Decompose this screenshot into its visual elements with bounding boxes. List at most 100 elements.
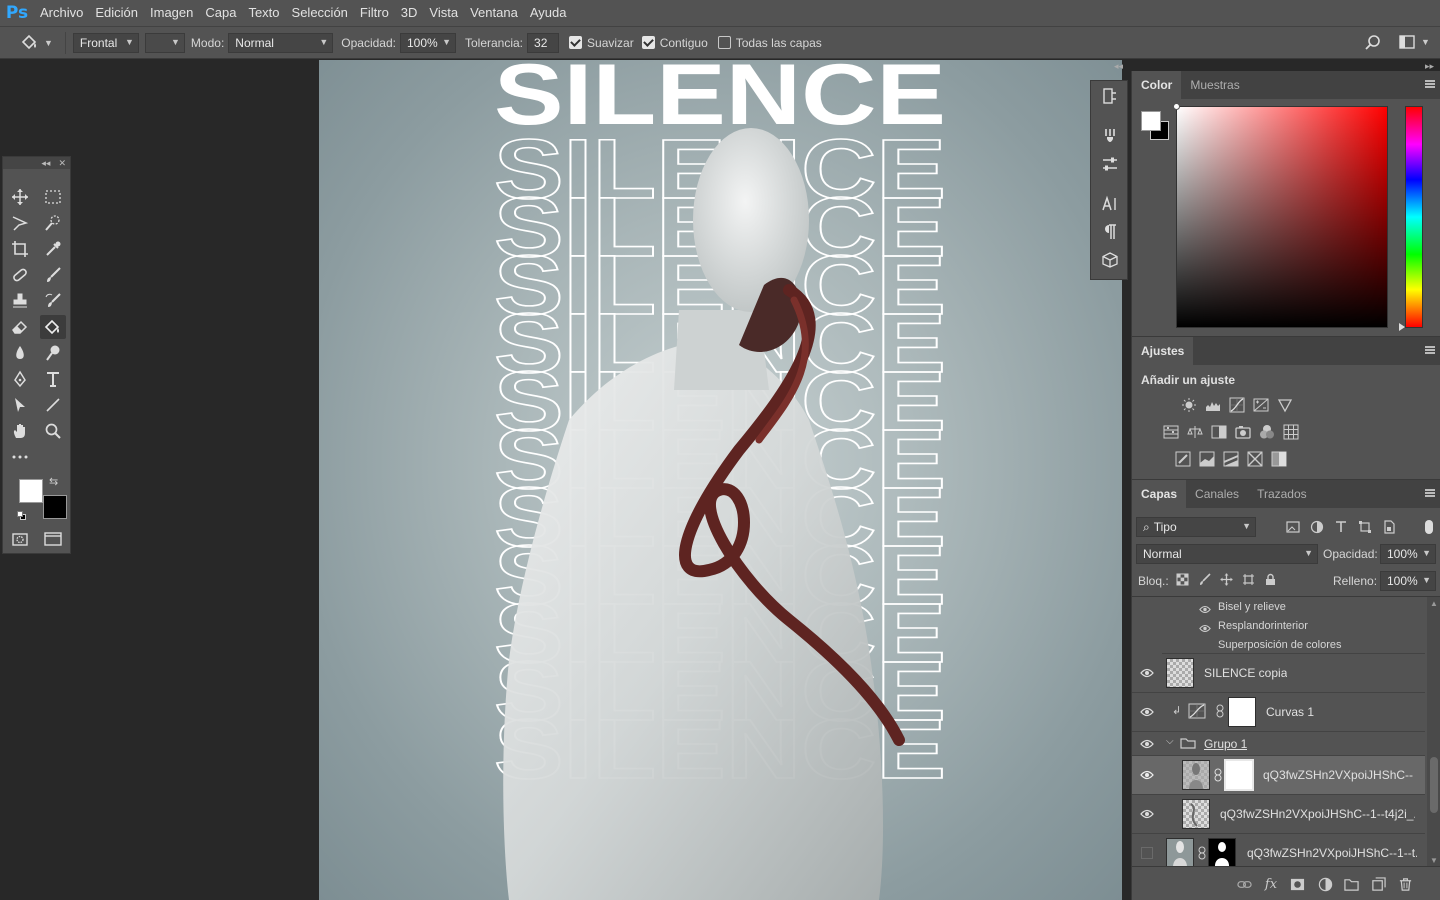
effect-color-overlay[interactable]: Superposición de colores (1218, 639, 1342, 651)
menu-seleccion[interactable]: Selección (286, 0, 354, 26)
antialias-checkbox[interactable]: Suavizar (569, 36, 634, 50)
layer-row-image-hidden[interactable]: qQ3fwZSHn2VXpoiJHShC--1--t... (1132, 834, 1425, 866)
color-field[interactable] (1173, 103, 1388, 328)
path-selection-tool[interactable] (7, 393, 33, 417)
menu-edicion[interactable]: Edición (89, 0, 144, 26)
brush-presets-button[interactable] (1099, 125, 1121, 147)
marquee-tool[interactable] (40, 185, 66, 209)
menu-texto[interactable]: Texto (242, 0, 285, 26)
layer-row-image[interactable]: qQ3fwZSHn2VXpoiJHShC--1--t4j2i_... (1132, 795, 1425, 834)
panel-menu-icon[interactable] (1425, 346, 1435, 354)
workspace-switcher[interactable]: ▼ (1399, 35, 1430, 49)
fill-source-select[interactable]: Frontal ▼ (72, 32, 139, 53)
blend-mode-select[interactable]: Normal ▼ (1136, 544, 1318, 564)
channel-mixer-icon[interactable] (1258, 423, 1276, 441)
gradient-map-icon[interactable] (1270, 450, 1288, 468)
menu-archivo[interactable]: Archivo (34, 0, 89, 26)
pattern-picker[interactable]: ▼ (144, 32, 185, 53)
character-panel-button[interactable] (1099, 193, 1121, 215)
pen-tool[interactable] (7, 367, 33, 391)
visibility-eye-icon[interactable] (1140, 768, 1154, 782)
visibility-eye-icon[interactable] (1140, 666, 1154, 680)
clone-stamp-tool[interactable] (7, 289, 33, 313)
new-adjustment-layer-icon[interactable] (1317, 876, 1333, 892)
pixel-filter-icon[interactable] (1286, 520, 1300, 534)
layer-row-curvas-1[interactable]: ↲ Curvas 1 (1132, 693, 1425, 732)
link-chain-icon[interactable] (1216, 704, 1224, 721)
dodge-tool[interactable] (40, 341, 66, 365)
visibility-eye-icon[interactable] (1140, 807, 1154, 821)
color-balance-icon[interactable] (1186, 423, 1204, 441)
layer-row-silence-copia[interactable]: SILENCE copia (1132, 654, 1425, 693)
panel-menu-icon[interactable] (1425, 80, 1435, 88)
background-color-swatch[interactable] (43, 495, 67, 519)
lock-position-icon[interactable] (1220, 573, 1233, 586)
foreground-color-chip[interactable] (1141, 111, 1161, 131)
layer-filter-select[interactable]: ⌕ Tipo ▼ (1136, 517, 1256, 537)
levels-icon[interactable] (1204, 396, 1222, 414)
adjustment-filter-icon[interactable] (1310, 520, 1324, 534)
tab-paths[interactable]: Trazados (1248, 480, 1316, 508)
tab-adjustments[interactable]: Ajustes (1132, 337, 1194, 365)
opacity-input[interactable]: 100% ▼ (399, 32, 456, 53)
menu-vista[interactable]: Vista (423, 0, 464, 26)
zoom-tool[interactable] (40, 419, 66, 443)
menu-ayuda[interactable]: Ayuda (524, 0, 573, 26)
default-colors-icon[interactable] (17, 511, 26, 520)
effect-visibility-icon[interactable] (1199, 603, 1211, 617)
lock-artboard-icon[interactable] (1242, 573, 1255, 586)
foreground-color-swatch[interactable] (19, 479, 43, 503)
type-tool[interactable] (40, 367, 66, 391)
3d-panel-button[interactable] (1099, 249, 1121, 271)
layer-row-image-masked[interactable]: qQ3fwZSHn2VXpoiJHShC--... (1132, 756, 1425, 795)
delete-layer-icon[interactable] (1397, 876, 1413, 892)
effect-visibility-icon[interactable] (1199, 622, 1211, 636)
hue-saturation-icon[interactable] (1162, 423, 1180, 441)
more-tools[interactable] (7, 445, 33, 469)
layer-row-grupo-1[interactable]: ⌵ Grupo 1 (1132, 732, 1425, 756)
new-group-icon[interactable] (1343, 876, 1359, 892)
eraser-tool[interactable] (7, 315, 33, 339)
color-lookup-icon[interactable] (1282, 423, 1300, 441)
filter-toggle-switch[interactable] (1425, 520, 1433, 534)
menu-3d[interactable]: 3D (395, 0, 424, 26)
layer-style-fx-icon[interactable]: fx (1263, 876, 1279, 892)
eyedropper-tool[interactable] (40, 237, 66, 261)
layer-mask-thumbnail[interactable] (1208, 838, 1236, 866)
color-picker-handle[interactable] (1173, 103, 1180, 110)
smart-object-filter-icon[interactable] (1382, 520, 1396, 534)
quick-selection-tool[interactable] (40, 211, 66, 235)
exposure-icon[interactable] (1252, 396, 1270, 414)
hue-slider[interactable] (1399, 106, 1423, 331)
posterize-icon[interactable] (1198, 450, 1216, 468)
blur-tool[interactable] (7, 341, 33, 365)
tab-swatches[interactable]: Muestras (1181, 71, 1248, 99)
photo-filter-icon[interactable] (1234, 423, 1252, 441)
scroll-up-icon[interactable]: ▲ (1430, 599, 1438, 608)
visibility-eye-icon[interactable] (1140, 737, 1154, 751)
black-white-icon[interactable] (1210, 423, 1228, 441)
tab-layers[interactable]: Capas (1132, 480, 1187, 508)
layer-mask-thumbnail[interactable] (1224, 759, 1254, 791)
effect-inner-glow[interactable]: Resplandorinterior (1218, 620, 1308, 632)
tab-color[interactable]: Color (1132, 71, 1182, 99)
visibility-off-box[interactable] (1141, 847, 1153, 859)
effect-bevel-emboss[interactable]: Bisel y relieve (1218, 601, 1286, 613)
vibrance-icon[interactable] (1276, 396, 1294, 414)
search-icon[interactable] (1364, 34, 1382, 55)
link-chain-icon[interactable] (1198, 846, 1206, 863)
hue-slider-handle[interactable] (1399, 323, 1405, 331)
curves-icon[interactable] (1228, 396, 1246, 414)
layers-scroll-track[interactable]: ▲ ▼ (1427, 597, 1440, 866)
contiguous-checkbox[interactable]: Contiguo (641, 36, 708, 50)
link-chain-icon[interactable] (1214, 768, 1222, 785)
lock-transparent-icon[interactable] (1176, 573, 1189, 586)
swap-colors-icon[interactable]: ⇆ (49, 475, 58, 488)
menu-ventana[interactable]: Ventana (464, 0, 524, 26)
type-filter-icon[interactable] (1334, 520, 1348, 534)
lock-all-icon[interactable] (1264, 573, 1277, 586)
scroll-down-icon[interactable]: ▼ (1430, 856, 1438, 865)
document-canvas[interactable]: SILENCESILENCESILENCESILENCESILENCESILEN… (319, 60, 1122, 900)
add-mask-icon[interactable] (1289, 876, 1305, 892)
brush-tool[interactable] (40, 263, 66, 287)
